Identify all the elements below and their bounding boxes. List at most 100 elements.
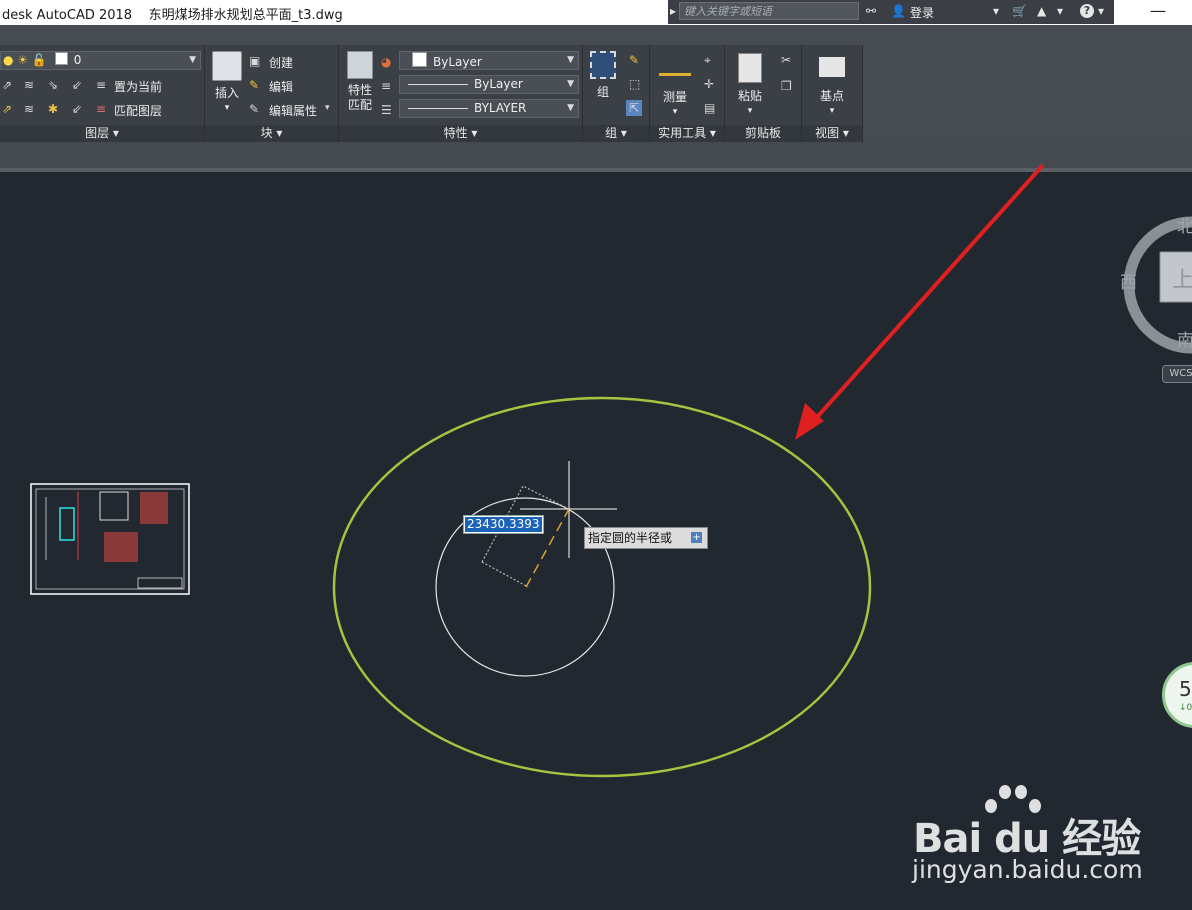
calculator-icon[interactable]: ▤ [704, 101, 715, 115]
chevron-down-icon: ▾ [224, 103, 230, 113]
chevron-down-icon[interactable]: ▾ [325, 103, 330, 113]
layers-panel-title[interactable]: 图层 ▾ [0, 125, 204, 142]
block-panel-title[interactable]: 块 ▾ [205, 125, 338, 142]
layer-tool-icon[interactable]: ≋ [24, 102, 34, 116]
cart-icon[interactable]: 🛒 [1012, 4, 1027, 18]
lineweight-dropdown[interactable]: BYLAYER ▼ [399, 99, 579, 118]
basepoint-icon [819, 57, 845, 77]
sun-icon: ☀ [17, 53, 29, 67]
lineweight-icon: ☰ [381, 103, 392, 117]
linetype-value: ByLayer [474, 77, 523, 91]
cut-icon[interactable]: ✂ [781, 53, 791, 67]
measure-label: 测量 [662, 90, 687, 104]
login-button[interactable]: 登录 [910, 4, 934, 21]
chevron-down-icon: ▼ [567, 55, 574, 65]
color-dropdown[interactable]: ByLayer ▼ [399, 51, 579, 70]
group-button[interactable]: 组 [585, 51, 621, 100]
clipboard-icon [738, 53, 762, 83]
edit-block-icon: ✎ [249, 78, 260, 92]
lineweight-value: BYLAYER [474, 101, 527, 115]
ungroup-icon[interactable]: ✎ [629, 53, 639, 67]
layer-tool-icon[interactable]: ✱ [48, 102, 58, 116]
paste-button[interactable]: 粘贴 ▾ [731, 53, 769, 119]
insert-label: 插入 [214, 86, 239, 100]
layer-tool-icon[interactable]: ⇘ [48, 78, 58, 92]
chevron-down-icon: ▼ [567, 103, 574, 113]
layers-panel: ● ☀ 🔓 0 ▼ ⇗ ≋ ⇘ ⇙ ≡ 置为当前 ⇗ ≋ ✱ ⇙ ≡ 匹配图层 … [0, 45, 205, 142]
group-panel-title[interactable]: 组 ▾ [583, 125, 649, 142]
minimize-button[interactable]: — [1150, 1, 1166, 20]
search-input[interactable]: 键入关键字或短语 [679, 2, 859, 20]
speed-subvalue: ↓0.0 [1179, 703, 1192, 713]
watermark-url: jingyan.baidu.com [912, 855, 1143, 884]
color-wheel-icon: ◕ [381, 55, 392, 69]
autodesk-a360-icon[interactable]: ▲ [1037, 4, 1046, 18]
login-dropdown-icon[interactable]: ▾ [993, 4, 999, 18]
binoculars-icon[interactable]: ⚯ [866, 4, 876, 18]
insert-icon [212, 51, 242, 81]
layer-tool-icon[interactable]: ⇗ [2, 102, 12, 116]
block-panel: 插入 ▾ ▣ 创建 ✎ 编辑 ✎ 编辑属性 ▾ 块 ▾ [205, 45, 339, 142]
match-properties-button[interactable]: 特性 匹配 [341, 51, 379, 113]
basepoint-label: 基点 [819, 89, 844, 103]
quick-select-icon[interactable]: ⌖ [704, 53, 711, 68]
chevron-down-icon: ▾ [829, 106, 835, 116]
file-tab-strip [0, 142, 1192, 168]
color-value: ByLayer [433, 55, 482, 69]
color-swatch [412, 52, 427, 67]
command-prompt-tooltip: 指定圆的半径或 + [584, 527, 708, 549]
create-block-button[interactable]: 创建 [269, 54, 293, 71]
ribbon-empty-area [862, 45, 1192, 142]
compass-south[interactable]: 南 [1177, 326, 1192, 351]
chevron-down-icon: ▼ [567, 79, 574, 89]
layer-tool-icon[interactable]: ⇙ [72, 78, 82, 92]
group-label: 组 [596, 85, 609, 99]
match-layer-button[interactable]: 匹配图层 [114, 102, 162, 119]
view-panel: 基点 ▾ 视图 ▾ [802, 45, 863, 142]
utilities-panel: 测量 ▾ ⌖ ✛ ▤ 实用工具 ▾ [650, 45, 725, 142]
match-layer-icon: ≡ [96, 102, 107, 116]
compass-north[interactable]: 北 [1177, 212, 1192, 237]
basepoint-button[interactable]: 基点 ▾ [812, 53, 852, 119]
viewcube-face[interactable]: 上 [1172, 262, 1192, 294]
match-properties-icon [347, 51, 373, 79]
layer-dropdown[interactable]: ● ☀ 🔓 0 ▼ [0, 51, 201, 70]
group-edit-icon[interactable]: ⬚ [629, 77, 640, 91]
utilities-panel-title[interactable]: 实用工具 ▾ [650, 125, 724, 142]
copy-icon[interactable]: ❐ [781, 79, 792, 93]
insert-button[interactable]: 插入 ▾ [209, 51, 245, 116]
properties-panel-title[interactable]: 特性 ▾ [339, 125, 582, 142]
group-select-icon[interactable]: ⇱ [626, 100, 643, 116]
lineweight-line [408, 108, 468, 109]
properties-panel: 特性 匹配 ◕ ≡ ☰ ByLayer ▼ ByLayer ▼ BYLAYER … [339, 45, 583, 142]
chevron-down-icon: ▼ [189, 55, 196, 65]
wcs-button[interactable]: WCS [1162, 365, 1192, 383]
set-current-button[interactable]: 置为当前 [114, 78, 162, 95]
linetype-dropdown[interactable]: ByLayer ▼ [399, 75, 579, 94]
dropdown-icon[interactable]: ▾ [1057, 4, 1063, 18]
edit-attribute-button[interactable]: 编辑属性 [269, 102, 317, 119]
edit-block-button[interactable]: 编辑 [269, 78, 293, 95]
help-icon[interactable]: ? [1080, 4, 1094, 18]
dynamic-input-field[interactable]: 23430.3393 [463, 515, 544, 534]
speed-value: 52 [1179, 677, 1192, 701]
id-point-icon[interactable]: ✛ [704, 77, 714, 91]
group-panel: 组 ✎ ⬚ ⇱ 组 ▾ [583, 45, 650, 142]
layer-tool-icon[interactable]: ⇙ [72, 102, 82, 116]
compass-west[interactable]: 西 [1120, 268, 1137, 293]
tooltip-prompt-text: 指定圆的半径或 [588, 531, 673, 545]
view-panel-title[interactable]: 视图 ▾ [802, 125, 862, 142]
help-dropdown-icon[interactable]: ▾ [1098, 4, 1104, 18]
paste-label: 粘贴 [737, 89, 762, 103]
expand-options-icon[interactable]: + [691, 532, 702, 543]
layer-tool-icon[interactable]: ⇗ [2, 78, 12, 92]
menu-arrow-icon[interactable]: ▸ [670, 4, 676, 18]
measure-button[interactable]: 测量 ▾ [654, 53, 696, 120]
layer-tool-icon[interactable]: ≋ [24, 78, 34, 92]
layer-color-swatch [54, 52, 68, 65]
user-icon: 👤 [891, 4, 906, 18]
linetype-line [408, 84, 468, 85]
ruler-icon [659, 57, 691, 76]
clipboard-panel-title[interactable]: 剪贴板 [725, 125, 801, 142]
edit-attribute-icon: ✎ [249, 102, 260, 116]
